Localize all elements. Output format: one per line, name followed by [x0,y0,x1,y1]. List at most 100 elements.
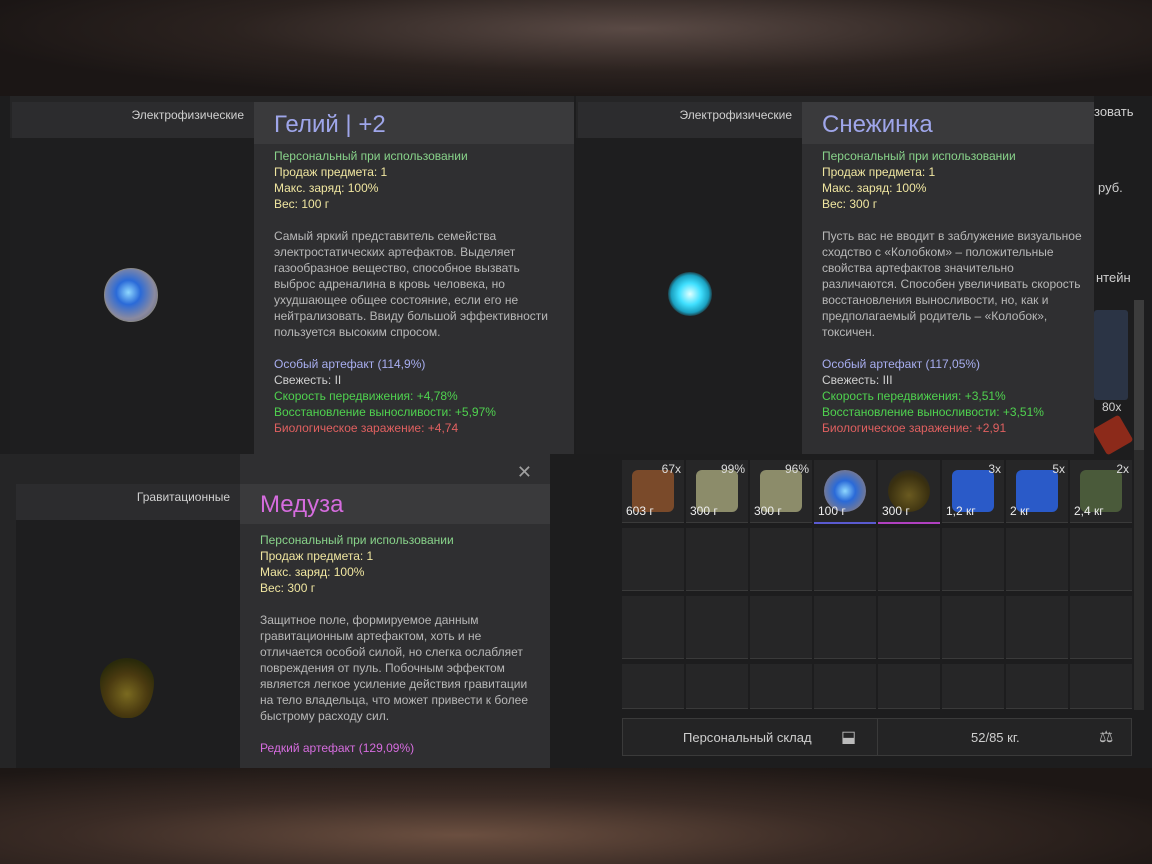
storage-weight: 52/85 кг. [971,730,1020,745]
item-weight: 603 г [626,504,654,518]
inventory-slot-empty[interactable] [622,528,684,591]
weight-kettlebell-icon: ⚖ [1099,729,1114,746]
rarity-text: Особый артефакт (117,05%) [822,357,981,371]
inventory-slot-empty[interactable] [750,528,812,591]
inventory-slot[interactable]: 99% 300 г [686,460,748,523]
inventory-slot-empty[interactable] [1070,596,1132,659]
background-blur-top [0,0,1152,96]
jellyfish-artifact-icon [100,658,154,718]
artifact-info-panel: Гелий | +2 Персональный при использовани… [254,102,574,454]
close-icon[interactable]: ✕ [517,462,532,483]
item-count: 3x [988,462,1001,476]
stat-sales: Продаж предмета: 1 [822,165,936,179]
inventory-slot-empty[interactable] [622,596,684,659]
stat-weight: Вес: 100 г [274,197,330,211]
title-bar: Гелий | +2 [254,102,574,144]
artifact-description: Самый яркий представитель семейства элек… [274,229,548,339]
item-weight: 300 г [754,504,782,518]
storage-box-icon[interactable]: ⬓ [841,727,856,747]
inventory-scrollbar[interactable] [1134,300,1144,710]
stat-charge: Макс. заряд: 100% [274,181,379,195]
artifact-title: Медуза [260,491,344,518]
stat-personal: Персональный при использовании [274,149,468,163]
artifact-title: Гелий | +2 [274,111,386,138]
buff-stamina: Восстановление выносливости: +5,97% [274,405,496,419]
item-count: 67x [661,462,681,476]
artifact-info-panel: ✕ Медуза Персональный при использовании … [240,454,550,768]
inventory-slot-empty[interactable] [814,664,876,709]
category-label: Электрофизические [679,108,792,122]
inventory-slot-empty[interactable] [814,528,876,591]
buff-speed: Скорость передвижения: +4,78% [274,389,458,403]
artifact-image-area [16,520,242,768]
category-bar: Электрофизические [578,102,804,138]
inventory-slot[interactable]: 3x 1,2 кг [942,460,1004,523]
item-count: 99% [720,462,745,476]
inventory-slot-empty[interactable] [686,528,748,591]
background-blur-bottom [0,768,1152,864]
inventory-grid: 67x 603 г 99% 300 г 96% 300 г 100 г 300 г 3… [622,460,1132,709]
item-count: 5x [1052,462,1065,476]
item-weight: 2,4 кг [1074,504,1104,518]
scrollbar-thumb[interactable] [1134,300,1144,450]
inventory-slot-empty[interactable] [750,664,812,709]
stat-charge: Макс. заряд: 100% [822,181,927,195]
rarity-text: Особый артефакт (114,9%) [274,357,426,371]
inventory-slot[interactable]: 2x 2,4 кг [1070,460,1132,523]
artifact-card-snowflake: Электрофизические Снежинка Персональный … [576,96,1094,454]
inventory-slot-empty[interactable] [1006,664,1068,709]
inventory-slot[interactable]: 100 г [814,460,876,524]
storage-label[interactable]: Персональный склад [683,730,812,745]
rarity-text: Редкий артефакт (129,09%) [260,741,415,755]
inventory-slot[interactable]: 5x 2 кг [1006,460,1068,523]
snowflake-artifact-icon [668,272,712,316]
inventory-slot-empty[interactable] [750,596,812,659]
stat-sales: Продаж предмета: 1 [274,165,388,179]
item-count-peek: 80x [1102,400,1122,414]
artifact-card-jellyfish: Гравитационные ✕ Медуза Персональный при… [0,454,550,768]
footer-divider [877,719,878,755]
inventory-slot-empty[interactable] [942,664,1004,709]
artifact-image-area [576,138,802,454]
artifact-details: Персональный при использовании Продаж пр… [274,148,564,436]
inventory-slot-empty[interactable] [814,596,876,659]
title-bar: Медуза [240,484,550,524]
category-bar: Гравитационные [16,484,242,520]
item-weight: 1,2 кг [946,504,976,518]
currency-peek: руб. [1098,180,1123,195]
inventory-slot-empty[interactable] [878,528,940,591]
freshness-text: Свежесть: II [274,373,342,387]
stat-personal: Персональный при использовании [822,149,1016,163]
inventory-slot-empty[interactable] [878,664,940,709]
container-label-peek: нтейн [1096,270,1131,285]
inventory-slot-empty[interactable] [622,664,684,709]
item-weight: 100 г [818,504,846,518]
inventory-slot-empty[interactable] [1070,664,1132,709]
item-weight: 300 г [882,504,910,518]
inventory-slot-empty[interactable] [1006,596,1068,659]
inventory-slot-empty[interactable] [942,596,1004,659]
inventory-slot-empty[interactable] [686,664,748,709]
artifact-info-panel: Снежинка Персональный при использовании … [802,102,1094,454]
inventory-slot[interactable]: 96% 300 г [750,460,812,523]
buff-speed: Скорость передвижения: +3,51% [822,389,1006,403]
stat-sales: Продаж предмета: 1 [260,549,374,563]
stat-weight: Вес: 300 г [260,581,316,595]
inventory-slot[interactable]: 67x 603 г [622,460,684,523]
inventory-slot[interactable]: 300 г [878,460,940,524]
inventory-slot-empty[interactable] [1070,528,1132,591]
artifact-card-helium: Электрофизические Гелий | +2 Персональны… [10,96,574,454]
action-button-peek[interactable]: зовать [1094,104,1133,119]
inventory-slot-empty[interactable] [878,596,940,659]
backpack-item-peek[interactable] [1094,310,1128,400]
stat-personal: Персональный при использовании [260,533,454,547]
inventory-slot-empty[interactable] [1006,528,1068,591]
item-count: 96% [784,462,809,476]
category-label: Электрофизические [131,108,244,122]
stat-weight: Вес: 300 г [822,197,878,211]
inventory-slot-empty[interactable] [686,596,748,659]
artifact-details: Персональный при использовании Продаж пр… [822,148,1086,436]
debuff-bio: Биологическое заражение: +2,91 [822,421,1007,435]
item-weight: 2 кг [1010,504,1030,518]
inventory-slot-empty[interactable] [942,528,1004,591]
